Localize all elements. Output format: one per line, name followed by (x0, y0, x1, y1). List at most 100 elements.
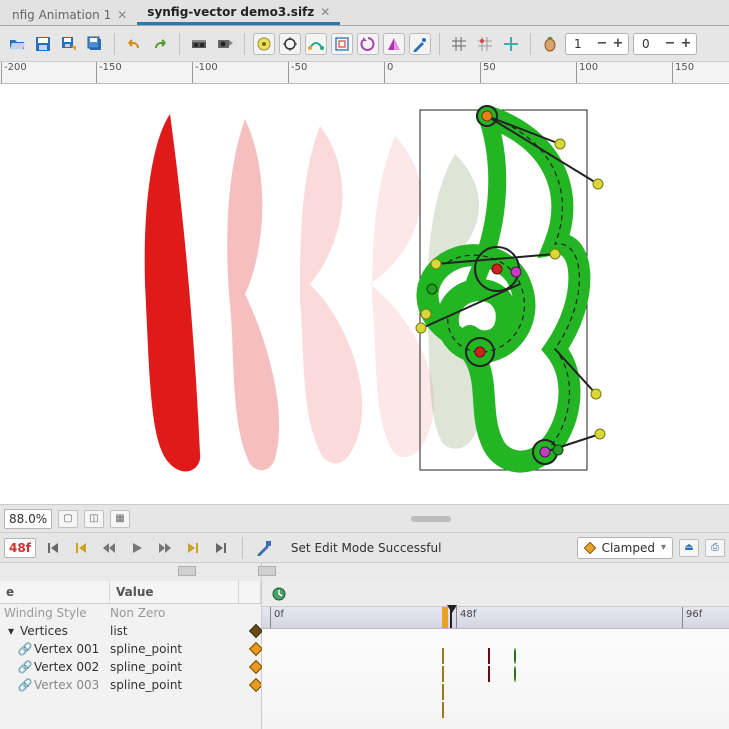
timeline-options-button[interactable] (268, 583, 290, 605)
parameters-panel: e Value Winding Style Non Zero ▾ Vertice… (0, 563, 262, 729)
seek-end-button[interactable] (210, 537, 232, 559)
snap-grid-button[interactable] (474, 33, 496, 55)
save-as-button[interactable] (58, 33, 80, 55)
zoom-grid-button[interactable]: ▦ (110, 510, 130, 528)
column-header-value[interactable]: Value (110, 581, 239, 603)
seek-prev-key-button[interactable] (70, 537, 92, 559)
animate-mode-button[interactable] (253, 537, 275, 559)
param-row[interactable]: Winding Style Non Zero (0, 604, 261, 622)
tool-rotate-button[interactable] (357, 33, 379, 55)
transport-bar: 48f Set Edit Mode Successful Clamped ▾ ⏏… (0, 532, 729, 562)
undo-button[interactable] (123, 33, 145, 55)
redo-button[interactable] (149, 33, 171, 55)
param-name: Vertex 003 (32, 678, 110, 692)
tool-scale-button[interactable] (331, 33, 353, 55)
seek-start-button[interactable] (42, 537, 64, 559)
decrement-button[interactable]: − (662, 35, 678, 53)
timeline-tracks[interactable] (262, 629, 729, 729)
ruler-tick: 0 (384, 62, 393, 83)
timeline-cursor[interactable] (450, 607, 452, 628)
keyframe-lock-button[interactable]: ⏏ (679, 539, 699, 557)
chevron-down-icon: ▾ (661, 542, 666, 553)
ruler-tick: -150 (96, 62, 122, 83)
canvas-ruler-horizontal[interactable]: -200 -150 -100 -50 0 50 100 150 (0, 62, 729, 84)
tab-doc-1[interactable]: nfig Animation 1 ✕ (2, 4, 137, 25)
link-icon: 🔗 (18, 642, 32, 656)
keyframe-icon (249, 642, 263, 656)
param-row[interactable]: 🔗 Vertex 001 spline_point (0, 640, 261, 658)
column-header-name[interactable]: e (0, 581, 110, 603)
ruler-tick: -200 (1, 62, 27, 83)
save-button[interactable] (32, 33, 54, 55)
param-value: spline_point (110, 660, 249, 674)
zoom-fit-button[interactable]: ▢ (58, 510, 78, 528)
param-name: Vertex 001 (32, 642, 110, 656)
status-message: Set Edit Mode Successful (281, 541, 571, 555)
onion-skin-button[interactable] (539, 33, 561, 55)
seek-back-button[interactable] (98, 537, 120, 559)
tool-mirror-button[interactable] (383, 33, 405, 55)
increment-button[interactable]: + (610, 35, 626, 53)
open-button[interactable] (6, 33, 28, 55)
interpolation-select[interactable]: Clamped ▾ (577, 537, 673, 559)
decrement-button[interactable]: − (594, 35, 610, 53)
onion-future-spinner[interactable]: 0 − + (633, 33, 697, 55)
lower-panels: e Value Winding Style Non Zero ▾ Vertice… (0, 562, 729, 729)
drag-handle[interactable] (136, 516, 725, 522)
increment-button[interactable]: + (678, 35, 694, 53)
keyframe-icon (249, 624, 263, 638)
param-value: spline_point (110, 642, 249, 656)
tool-normal-button[interactable] (279, 33, 301, 55)
play-button[interactable] (126, 537, 148, 559)
expand-icon[interactable]: ▾ (4, 624, 18, 638)
seek-next-key-button[interactable] (182, 537, 204, 559)
render-button[interactable] (188, 33, 210, 55)
status-bar: 88.0% ▢ ◫ ▦ (0, 504, 729, 532)
show-grid-button[interactable] (253, 33, 275, 55)
param-value: Non Zero (110, 606, 261, 620)
param-name: Winding Style (4, 606, 110, 620)
tab-label: synfig-vector demo3.sifz (147, 5, 314, 19)
preview-button[interactable] (214, 33, 236, 55)
timeline-tick: 48f (456, 607, 476, 628)
pane-splitter[interactable] (0, 563, 261, 581)
zoom-field[interactable]: 88.0% (4, 509, 52, 529)
param-row[interactable]: 🔗 Vertex 002 spline_point (0, 658, 261, 676)
canvas-content (0, 84, 729, 504)
grid-toggle-button[interactable] (448, 33, 470, 55)
zoom-page-button[interactable]: ◫ (84, 510, 104, 528)
pane-splitter[interactable] (262, 563, 729, 581)
tab-doc-2[interactable]: synfig-vector demo3.sifz ✕ (137, 1, 340, 25)
keyframe-icon (249, 678, 261, 692)
ruler-tick: 50 (480, 62, 496, 83)
ruler-tick: -50 (288, 62, 307, 83)
timeline-panel: 0f 48f 96f (262, 563, 729, 729)
document-tabs: nfig Animation 1 ✕ synfig-vector demo3.s… (0, 0, 729, 26)
guides-button[interactable] (500, 33, 522, 55)
param-name: Vertices (18, 624, 110, 638)
current-frame-field[interactable]: 48f (4, 538, 36, 558)
close-icon[interactable]: ✕ (320, 5, 330, 19)
param-row[interactable]: 🔗 Vertex 003 spline_point (0, 676, 261, 694)
ruler-tick: 150 (672, 62, 694, 83)
tool-edit-button[interactable] (409, 33, 431, 55)
canvas-viewport[interactable] (0, 84, 729, 504)
param-row[interactable]: ▾ Vertices list (0, 622, 261, 640)
onion-future-value: 0 (636, 37, 662, 51)
tab-label: nfig Animation 1 (12, 8, 111, 22)
tool-smooth-button[interactable] (305, 33, 327, 55)
seek-fwd-button[interactable] (154, 537, 176, 559)
onion-past-spinner[interactable]: 1 − + (565, 33, 629, 55)
ruler-tick: 100 (576, 62, 598, 83)
close-icon[interactable]: ✕ (117, 8, 127, 22)
param-name: Vertex 002 (32, 660, 110, 674)
diamond-icon (584, 542, 596, 554)
ruler-tick: -100 (192, 62, 218, 83)
keyframe-options-button[interactable]: ⎙ (705, 539, 725, 557)
param-value: spline_point (110, 678, 249, 692)
link-icon: 🔗 (18, 660, 32, 674)
column-header-key[interactable] (239, 581, 261, 603)
save-all-button[interactable] (84, 33, 106, 55)
param-value: list (110, 624, 249, 638)
timeline-ruler[interactable]: 0f 48f 96f (262, 607, 729, 629)
